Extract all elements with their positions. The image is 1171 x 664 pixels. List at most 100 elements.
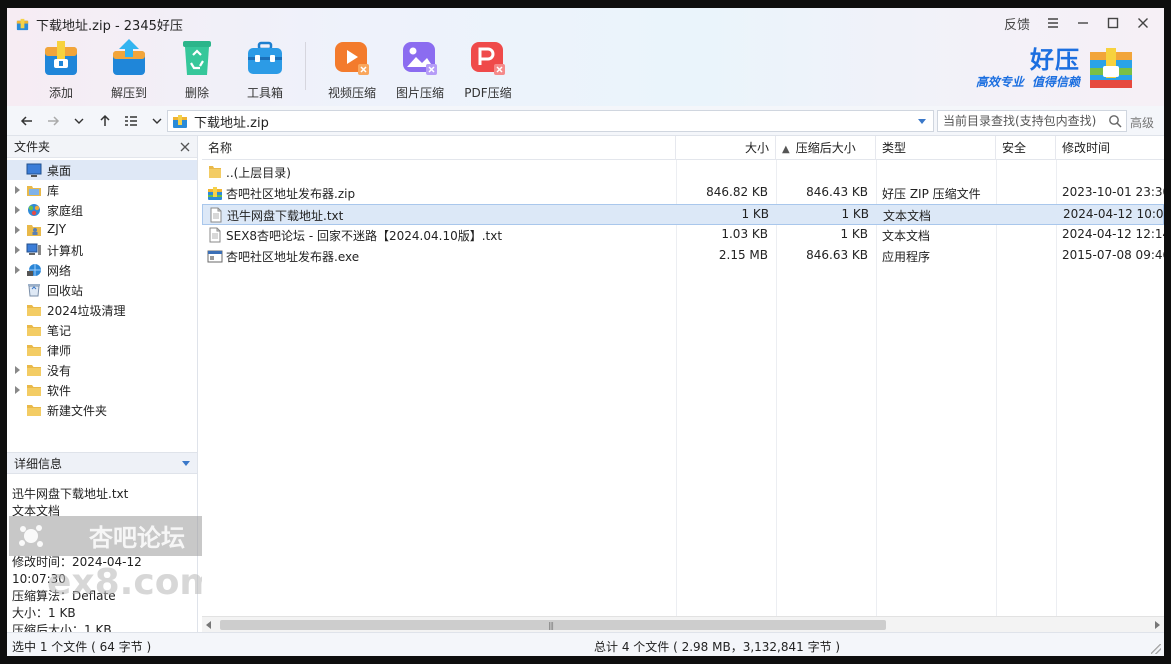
delete-button[interactable]: 删除 xyxy=(163,36,231,102)
window-title: 下载地址.zip - 2345好压 xyxy=(36,18,183,34)
video-compress-icon xyxy=(330,36,374,80)
pdf-compress-button[interactable]: PDF压缩 xyxy=(454,36,522,102)
pdf-compress-icon xyxy=(466,36,510,80)
video-compress-label: 视频压缩 xyxy=(327,86,376,100)
minimize-button[interactable] xyxy=(1070,12,1096,34)
extract-to-button[interactable]: 解压到 xyxy=(95,36,163,102)
details-modified: 修改时间：2024-04-12 10:07:30 xyxy=(12,555,142,586)
forward-button[interactable] xyxy=(41,110,65,132)
folder-tree-item[interactable]: 网络 xyxy=(7,260,197,280)
folder-tree-item[interactable]: 家庭组 xyxy=(7,200,197,220)
search-icon[interactable] xyxy=(1108,114,1122,128)
file-name: 迅牛网盘下载地址.txt xyxy=(227,209,344,223)
status-selection: 选中 1 个文件 ( 64 字节 ) xyxy=(12,640,152,654)
history-dropdown-button[interactable] xyxy=(67,110,91,132)
add-label: 添加 xyxy=(48,86,73,100)
image-compress-icon xyxy=(398,36,442,80)
file-modified: 2023-10-01 23:30 xyxy=(1062,185,1164,199)
file-size: 1 KB xyxy=(741,207,769,221)
folder-icon xyxy=(26,302,42,318)
file-row[interactable]: ..(上层目录) xyxy=(202,162,1164,183)
maximize-button[interactable] xyxy=(1100,12,1126,34)
folder-pane-header: 文件夹 xyxy=(7,136,197,158)
expand-arrow-icon[interactable] xyxy=(15,366,20,374)
folder-tree-item[interactable]: 库 xyxy=(7,180,197,200)
search-input[interactable] xyxy=(943,114,1103,128)
path-field[interactable]: 下载地址.zip xyxy=(167,110,934,132)
column-packed[interactable]: ▲ 压缩后大小 xyxy=(776,136,876,160)
toolbox-icon xyxy=(243,36,287,80)
up-level-button[interactable] xyxy=(93,110,117,132)
image-compress-button[interactable]: 图片压缩 xyxy=(386,36,454,102)
file-modified: 2024-04-12 10:07 xyxy=(1063,207,1164,221)
file-row[interactable]: 杏吧社区地址发布器.zip 846.82 KB 846.43 KB 好压 ZIP 压缩… xyxy=(202,183,1164,204)
arrow-left-icon xyxy=(20,116,32,126)
toolbox-button[interactable]: 工具箱 xyxy=(231,36,299,102)
folder-tree-item[interactable]: 桌面 xyxy=(7,160,197,180)
scroll-left-icon[interactable] xyxy=(206,621,211,629)
folder-tree-label: 2024垃圾清理 xyxy=(47,304,126,318)
desktop-icon xyxy=(26,162,42,178)
brand-name: 好压 xyxy=(1030,46,1080,74)
folder-tree-item[interactable]: 2024垃圾清理 xyxy=(7,300,197,320)
resize-grip-icon[interactable] xyxy=(1151,644,1161,654)
path-dropdown-icon[interactable] xyxy=(915,114,929,128)
folder-pane: 文件夹 桌面库家庭组 ZJY 计算机网络 回收站 2024垃圾清理笔记 律师 没有 软件 新建文… xyxy=(7,136,198,637)
status-bar: 选中 1 个文件 ( 64 字节 ) 总计 4 个文件 ( 2.98 MB，3,… xyxy=(7,632,1164,656)
feedback-link[interactable]: 反馈 xyxy=(1004,14,1030,33)
file-size: 2.15 MB xyxy=(718,248,768,262)
file-type: 文本文档 xyxy=(882,229,931,243)
collapse-arrow-icon[interactable] xyxy=(182,460,190,466)
column-type[interactable]: 类型 xyxy=(876,136,996,160)
folder-tree-item[interactable]: 软件 xyxy=(7,380,197,400)
scrollbar-thumb[interactable]: ||| xyxy=(220,620,886,630)
recycle-bin-icon xyxy=(26,282,42,298)
text-file-icon xyxy=(208,207,224,223)
folder-tree-item[interactable]: 律师 xyxy=(7,340,197,360)
column-size[interactable]: 大小 xyxy=(676,136,776,160)
expand-arrow-icon[interactable] xyxy=(15,206,20,214)
expand-arrow-icon[interactable] xyxy=(15,386,20,394)
file-row[interactable]: SEX8杏吧论坛 - 回家不迷路【2024.04.10版】.txt 1.03 KB… xyxy=(202,225,1164,246)
advanced-search-button[interactable]: 高级 xyxy=(1130,114,1154,131)
file-name: 杏吧社区地址发布器.zip xyxy=(226,187,356,201)
column-name[interactable]: 名称 xyxy=(202,136,676,160)
folder-tree-label: 计算机 xyxy=(47,244,84,258)
folder-icon xyxy=(26,342,42,358)
expand-arrow-icon[interactable] xyxy=(15,186,20,194)
back-button[interactable] xyxy=(15,110,39,132)
close-button[interactable] xyxy=(1130,12,1156,34)
file-row[interactable]: 杏吧社区地址发布器.exe 2.15 MB 846.63 KB 应用程序 2015-07… xyxy=(202,246,1164,267)
scroll-right-icon[interactable] xyxy=(1155,621,1160,629)
expand-arrow-icon[interactable] xyxy=(15,226,20,234)
folder-tree-item[interactable]: ZJY xyxy=(7,220,197,240)
folder-tree-item[interactable]: 计算机 xyxy=(7,240,197,260)
folder-pane-title: 文件夹 xyxy=(14,140,51,154)
maximize-icon xyxy=(1107,17,1119,29)
menu-button[interactable] xyxy=(1040,12,1066,34)
folder-tree-item[interactable]: 没有 xyxy=(7,360,197,380)
details-size: 大小：1 KB xyxy=(12,606,76,620)
expand-arrow-icon[interactable] xyxy=(15,266,20,274)
folder-icon xyxy=(26,402,42,418)
horizontal-scrollbar[interactable]: ||| xyxy=(202,616,1164,632)
column-modified[interactable]: 修改时间 xyxy=(1056,136,1164,160)
title-bar: 下载地址.zip - 2345好压 xyxy=(15,14,183,34)
navigation-buttons xyxy=(15,110,169,132)
toolbar-separator xyxy=(305,42,306,90)
details-method: 压缩算法：Deflate xyxy=(12,589,116,603)
folder-tree-item[interactable]: 笔记 xyxy=(7,320,197,340)
text-file-icon xyxy=(207,227,223,243)
folder-tree-item[interactable]: 回收站 xyxy=(7,280,197,300)
video-compress-button[interactable]: 视频压缩 xyxy=(318,36,386,102)
details-header[interactable]: 详细信息 xyxy=(7,452,197,474)
close-icon[interactable] xyxy=(180,142,190,152)
add-button[interactable]: 添加 xyxy=(27,36,95,102)
view-mode-dropdown[interactable] xyxy=(145,110,169,132)
app-logo-icon xyxy=(16,18,29,30)
view-mode-button[interactable] xyxy=(119,110,143,132)
file-row[interactable]: 迅牛网盘下载地址.txt 1 KB 1 KB 文本文档 2024-04-12 10:07 xyxy=(202,204,1164,225)
column-security[interactable]: 安全 xyxy=(996,136,1056,160)
expand-arrow-icon[interactable] xyxy=(15,246,20,254)
folder-tree-item[interactable]: 新建文件夹 xyxy=(7,400,197,420)
